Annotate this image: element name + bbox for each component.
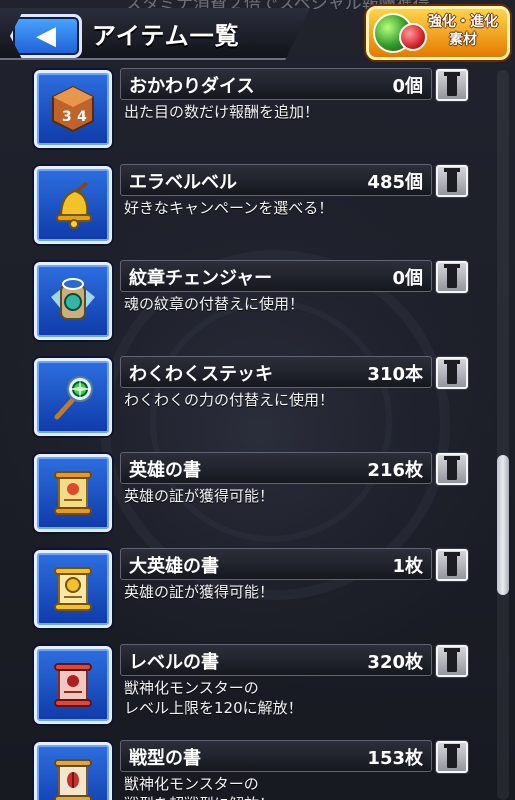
back-arrow-icon: ◀ xyxy=(36,21,56,51)
item-name-bar: 大英雄の書 1枚 xyxy=(120,548,432,580)
item-description: 英雄の証が獲得可能！ xyxy=(124,583,275,601)
item-name: 戦型の書 xyxy=(129,748,201,769)
item-count: 1枚 xyxy=(392,556,423,577)
scroll-beetle-icon xyxy=(34,742,112,800)
info-button[interactable] xyxy=(435,548,469,582)
info-button[interactable] xyxy=(435,452,469,486)
back-button[interactable]: ◀ xyxy=(10,14,82,58)
list-item[interactable]: エラベルベル 485個 好きなキャンペーンを選べる！ xyxy=(0,162,490,258)
info-button[interactable] xyxy=(435,740,469,774)
item-description: 好きなキャンペーンを選べる！ xyxy=(124,199,334,217)
item-count: 320枚 xyxy=(367,652,423,673)
item-description: 出た目の数だけ報酬を追加！ xyxy=(124,103,320,121)
info-icon xyxy=(444,360,460,384)
item-count: 216枚 xyxy=(367,460,423,481)
item-count: 153枚 xyxy=(367,748,423,769)
item-count: 0個 xyxy=(392,76,423,97)
item-name-bar: おかわりダイス 0個 xyxy=(120,68,432,100)
scrollbar-thumb[interactable] xyxy=(497,455,509,595)
item-name: レベルの書 xyxy=(129,652,219,673)
info-button[interactable] xyxy=(435,164,469,198)
item-name: わくわくステッキ xyxy=(129,364,273,385)
item-count: 485個 xyxy=(367,172,423,193)
item-name: 大英雄の書 xyxy=(129,556,219,577)
svg-text:4: 4 xyxy=(77,109,87,125)
info-icon xyxy=(444,456,460,480)
header: スタミナ消費２倍でスペシャル報酬獲得 ◀ アイテム一覧 強化・進化素材 xyxy=(0,0,515,62)
enhance-materials-label: 強化・進化素材 xyxy=(428,14,498,48)
list-item[interactable]: 34 おかわりダイス 0個 出た目の数だけ報酬を追加！ xyxy=(0,66,490,162)
item-description: 魂の紋章の付替えに使用！ xyxy=(124,295,305,313)
info-icon xyxy=(444,744,460,768)
item-name-bar: 戦型の書 153枚 xyxy=(120,740,432,772)
page-title: アイテム一覧 xyxy=(92,22,240,50)
info-button[interactable] xyxy=(435,356,469,390)
info-icon xyxy=(444,168,460,192)
item-name-bar: エラベルベル 485個 xyxy=(120,164,432,196)
list-item[interactable]: わくわくステッキ 310本 わくわくの力の付替えに使用！ xyxy=(0,354,490,450)
item-count: 310本 xyxy=(367,364,423,385)
material-orb-icon xyxy=(399,23,427,51)
scroll-icon xyxy=(34,454,112,532)
info-button[interactable] xyxy=(435,644,469,678)
item-count: 0個 xyxy=(392,268,423,289)
info-icon xyxy=(444,264,460,288)
item-description: 獣神化モンスターの レベル上限を120に解放！ xyxy=(124,679,303,717)
list-item[interactable]: レベルの書 320枚 獣神化モンスターの レベル上限を120に解放！ xyxy=(0,642,490,738)
item-description: 獣神化モンスターの 戦型を超戦型に解放！ xyxy=(124,775,274,800)
bell-icon xyxy=(34,166,112,244)
emblem-changer-icon xyxy=(34,262,112,340)
list-item[interactable]: 紋章チェンジャー 0個 魂の紋章の付替えに使用！ xyxy=(0,258,490,354)
info-icon xyxy=(444,552,460,576)
item-name: エラベルベル xyxy=(129,172,237,193)
enhance-materials-button[interactable]: 強化・進化素材 xyxy=(366,6,510,60)
scroll-gold-icon xyxy=(34,550,112,628)
item-name: おかわりダイス xyxy=(129,76,255,97)
stick-icon xyxy=(34,358,112,436)
info-icon xyxy=(444,72,460,96)
item-name: 英雄の書 xyxy=(129,460,201,481)
item-description: わくわくの力の付替えに使用！ xyxy=(124,391,335,409)
item-name-bar: レベルの書 320枚 xyxy=(120,644,432,676)
scroll-red-icon xyxy=(34,646,112,724)
dice-icon: 34 xyxy=(34,70,112,148)
svg-text:3: 3 xyxy=(62,109,72,125)
list-item[interactable]: 英雄の書 216枚 英雄の証が獲得可能！ xyxy=(0,450,490,546)
item-description: 英雄の証が獲得可能！ xyxy=(124,487,275,505)
item-name-bar: 英雄の書 216枚 xyxy=(120,452,432,484)
item-name-bar: 紋章チェンジャー 0個 xyxy=(120,260,432,292)
info-icon xyxy=(444,648,460,672)
item-name: 紋章チェンジャー xyxy=(129,268,273,289)
list-item[interactable]: 戦型の書 153枚 獣神化モンスターの 戦型を超戦型に解放！ xyxy=(0,738,490,800)
item-name-bar: わくわくステッキ 310本 xyxy=(120,356,432,388)
scrollbar-track[interactable] xyxy=(497,70,509,800)
info-button[interactable] xyxy=(435,260,469,294)
info-button[interactable] xyxy=(435,68,469,102)
list-item[interactable]: 大英雄の書 1枚 英雄の証が獲得可能！ xyxy=(0,546,490,642)
item-list[interactable]: 34 おかわりダイス 0個 出た目の数だけ報酬を追加！ エラベルベル 485個 … xyxy=(0,62,515,800)
